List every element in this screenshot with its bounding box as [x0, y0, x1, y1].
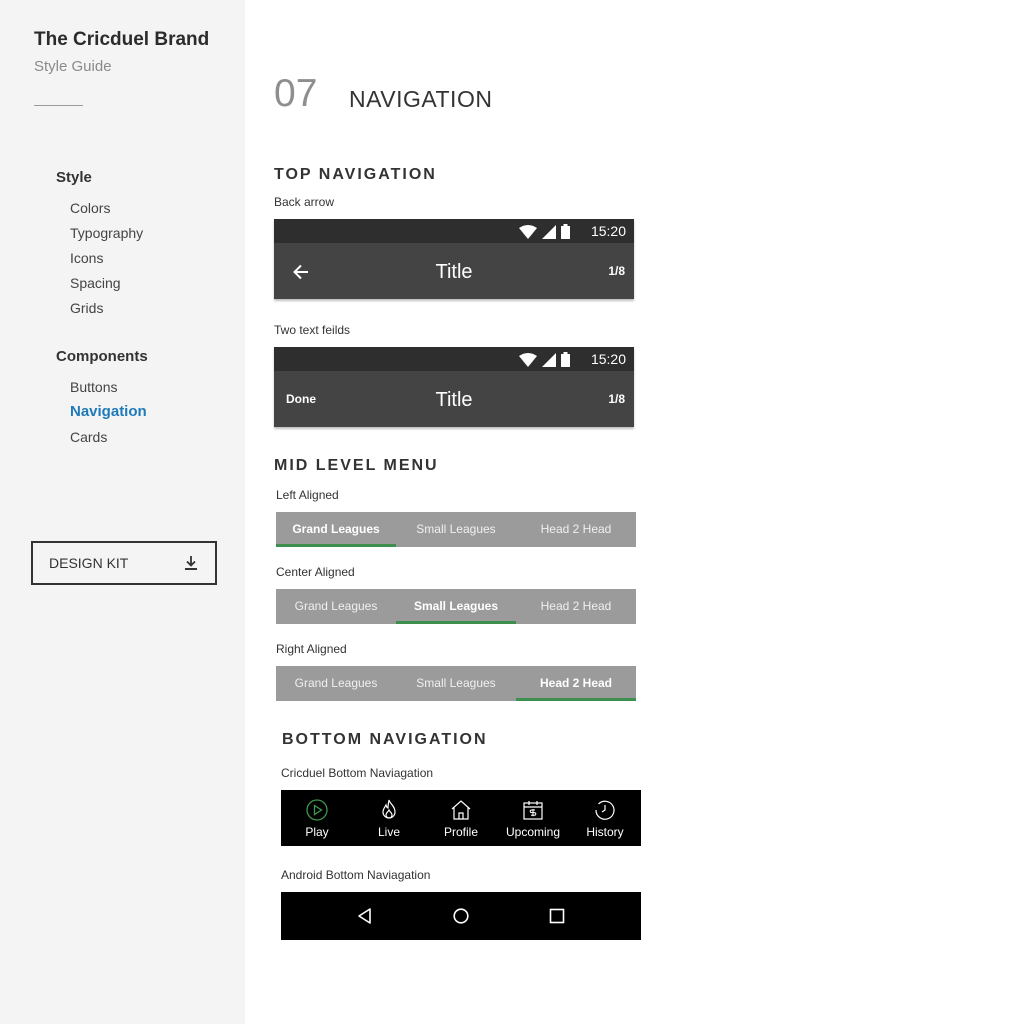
sidebar-group-style: Style [56, 169, 92, 186]
sidebar-item-buttons[interactable]: Buttons [70, 379, 117, 395]
sidebar-item-icons[interactable]: Icons [70, 250, 103, 266]
brand-subtitle: Style Guide [34, 58, 112, 75]
android-bottom-nav-caption: Android Bottom Naviagation [281, 868, 431, 882]
tab-head-2-head[interactable]: Head 2 Head [516, 589, 636, 624]
bottom-nav-history[interactable]: History [569, 790, 641, 846]
two-text-fields-caption: Two text feilds [274, 323, 351, 337]
back-triangle-icon[interactable] [355, 906, 375, 926]
cell-signal-icon [542, 224, 556, 239]
bottom-navigation-heading: BOTTOM NAVIGATION [282, 731, 488, 748]
tabs-left-aligned: Grand Leagues Small Leagues Head 2 Head [276, 512, 636, 547]
cell-signal-icon [542, 352, 556, 367]
bottom-nav-label: History [586, 825, 624, 839]
tabs-right-aligned: Grand Leagues Small Leagues Head 2 Head [276, 666, 636, 701]
sidebar-item-typography[interactable]: Typography [70, 225, 143, 241]
bottom-nav-label: Play [305, 825, 329, 839]
bottom-nav-label: Live [377, 825, 400, 839]
status-bar: 15:20 [274, 347, 634, 371]
battery-icon [561, 352, 570, 367]
section-number: 07 [274, 72, 318, 115]
mid-level-menu-heading: MID LEVEL MENU [274, 457, 439, 474]
sidebar: The Cricduel Brand Style Guide Style Col… [0, 0, 245, 1024]
status-time: 15:20 [590, 351, 626, 367]
bottom-nav-profile[interactable]: Profile [425, 790, 497, 846]
download-icon [185, 556, 197, 570]
bottom-nav-label: Upcoming [505, 825, 561, 839]
tab-small-leagues[interactable]: Small Leagues [396, 589, 516, 624]
appbar-title: Title [435, 261, 473, 283]
appbar-title: Title [435, 389, 473, 411]
cricduel-bottom-nav: Play Live Profile Upcoming History [281, 790, 641, 846]
sidebar-item-cards[interactable]: Cards [70, 429, 107, 445]
tab-head-2-head[interactable]: Head 2 Head [516, 512, 636, 547]
sidebar-item-grids[interactable]: Grids [70, 300, 103, 316]
wifi-icon [519, 352, 537, 367]
calendar-dollar-icon [523, 801, 543, 820]
tab-head-2-head[interactable]: Head 2 Head [516, 666, 636, 701]
left-aligned-caption: Left Aligned [276, 488, 339, 502]
sidebar-item-colors[interactable]: Colors [70, 200, 110, 216]
cricduel-bottom-nav-caption: Cricduel Bottom Naviagation [281, 766, 434, 780]
recents-square-icon[interactable] [547, 906, 567, 926]
center-aligned-caption: Center Aligned [276, 565, 355, 579]
android-bottom-nav [281, 892, 641, 940]
section-title: NAVIGATION [349, 86, 493, 112]
top-navigation-heading: TOP NAVIGATION [274, 166, 437, 183]
top-appbar-two-text: 15:20 Done Title 1/8 [274, 347, 634, 427]
brand-title: The Cricduel Brand [34, 29, 210, 50]
status-bar: 15:20 [274, 219, 634, 243]
tab-small-leagues[interactable]: Small Leagues [396, 512, 516, 547]
page-counter: 1/8 [608, 264, 625, 278]
page-counter: 1/8 [608, 392, 625, 406]
flame-icon [382, 799, 396, 819]
history-clock-icon [595, 800, 615, 820]
play-circle-icon [306, 799, 328, 821]
sidebar-group-components: Components [56, 348, 148, 365]
tab-grand-leagues[interactable]: Grand Leagues [276, 512, 396, 547]
tab-grand-leagues[interactable]: Grand Leagues [276, 589, 396, 624]
tab-small-leagues[interactable]: Small Leagues [396, 666, 516, 701]
battery-icon [561, 224, 570, 239]
home-icon [451, 800, 471, 820]
sidebar-item-navigation[interactable]: Navigation [70, 403, 147, 420]
bottom-nav-live[interactable]: Live [353, 790, 425, 846]
sidebar-item-spacing[interactable]: Spacing [70, 275, 121, 291]
tab-grand-leagues[interactable]: Grand Leagues [276, 666, 396, 701]
brand-divider [34, 105, 83, 106]
design-kit-button[interactable]: DESIGN KIT [31, 541, 217, 585]
right-aligned-caption: Right Aligned [276, 642, 347, 656]
wifi-icon [519, 224, 537, 239]
top-appbar-back-arrow: 15:20 Title 1/8 [274, 219, 634, 299]
status-time: 15:20 [590, 223, 626, 239]
design-kit-label: DESIGN KIT [49, 555, 129, 571]
bottom-nav-play[interactable]: Play [281, 790, 353, 846]
home-circle-icon[interactable] [451, 906, 471, 926]
tabs-center-aligned: Grand Leagues Small Leagues Head 2 Head [276, 589, 636, 624]
bottom-nav-label: Profile [443, 825, 478, 839]
back-arrow-caption: Back arrow [274, 195, 335, 209]
bottom-nav-upcoming[interactable]: Upcoming [497, 790, 569, 846]
